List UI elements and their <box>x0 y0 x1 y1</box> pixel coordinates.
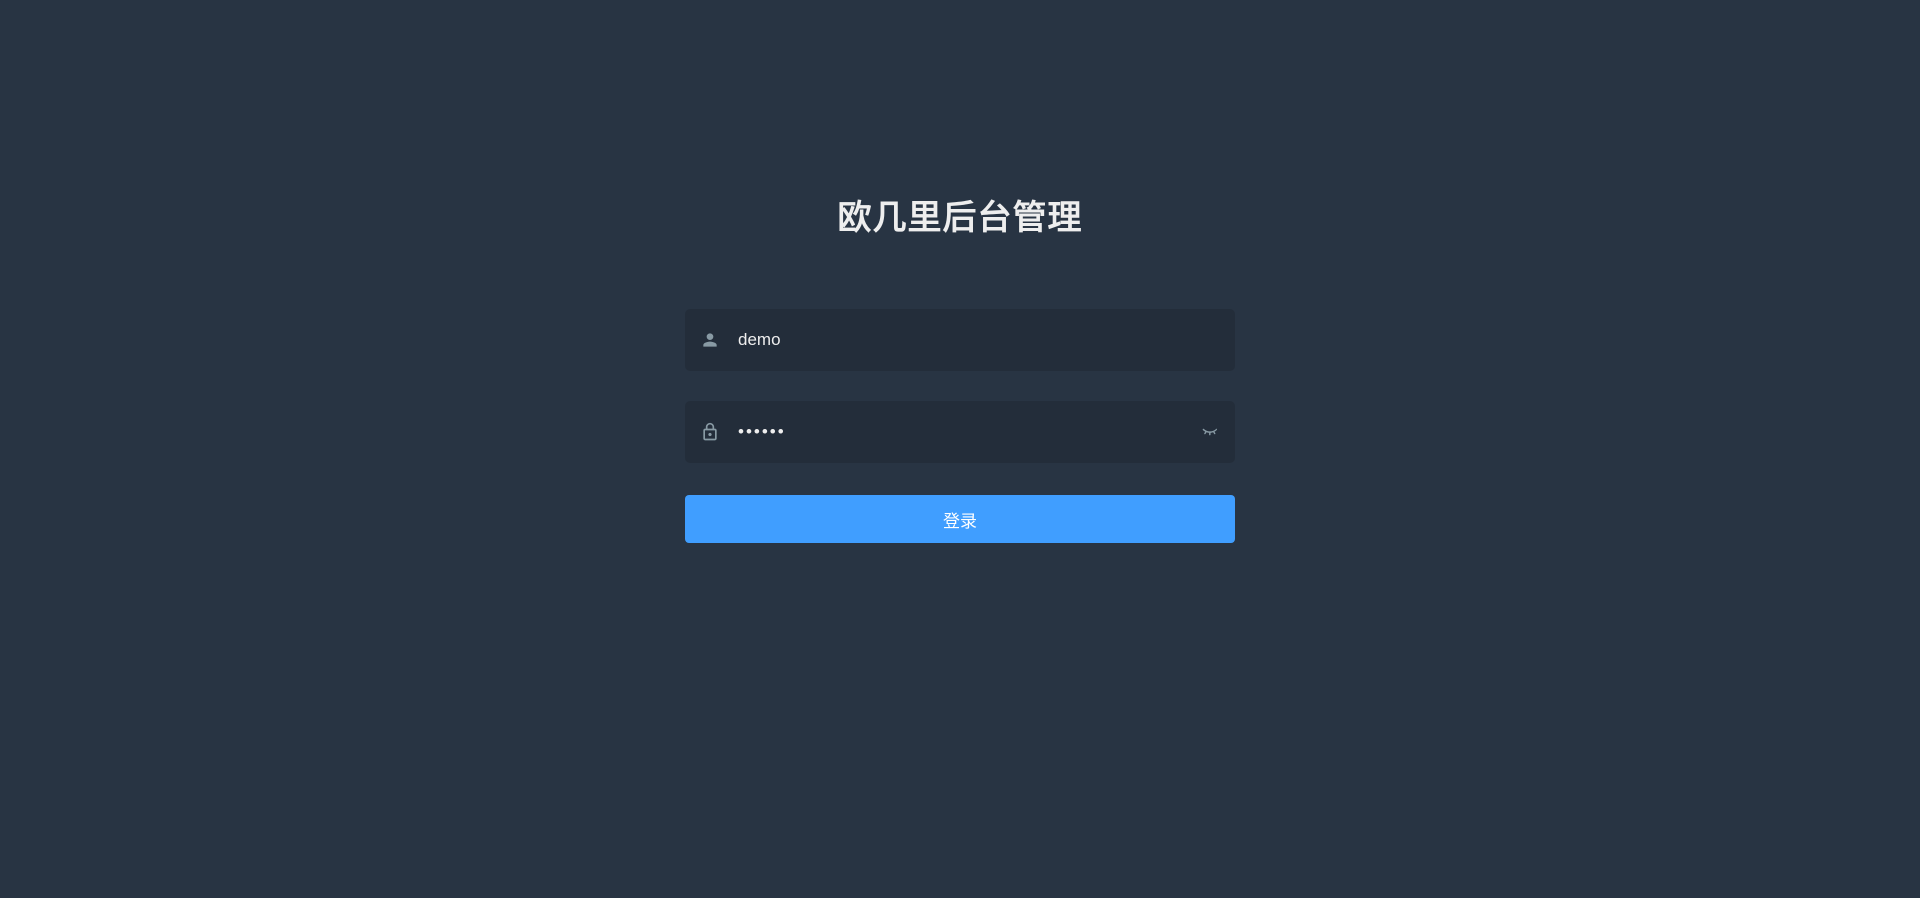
password-field-wrapper <box>685 401 1235 463</box>
user-icon <box>700 330 720 350</box>
username-field-wrapper <box>685 309 1235 371</box>
username-input[interactable] <box>738 309 1220 371</box>
lock-icon <box>700 422 720 442</box>
page-title: 欧几里后台管理 <box>838 190 1083 239</box>
login-button-label: 登录 <box>943 507 977 532</box>
login-form: 欧几里后台管理 登录 <box>685 190 1235 543</box>
login-button[interactable]: 登录 <box>685 495 1235 543</box>
password-input[interactable] <box>738 401 1200 463</box>
eye-closed-icon[interactable] <box>1200 422 1220 442</box>
